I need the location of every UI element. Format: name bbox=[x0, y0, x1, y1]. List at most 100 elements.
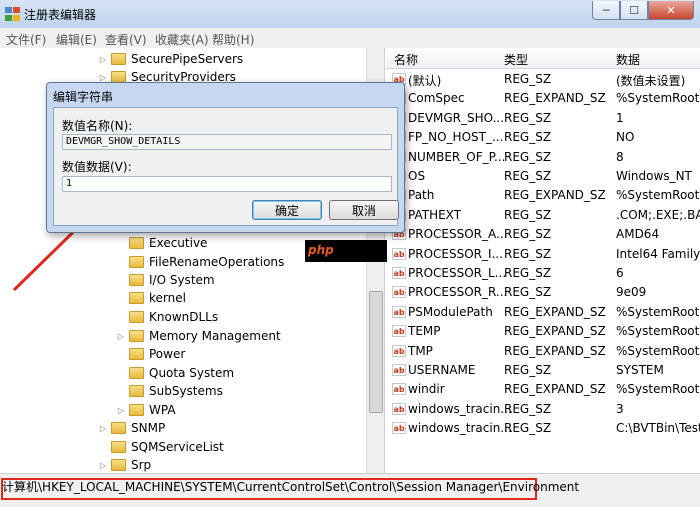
value-name: Path bbox=[408, 188, 435, 203]
value-row[interactable]: ab PROCESSOR_I... REG_SZ Intel64 Family bbox=[386, 245, 700, 264]
expand-arrow-icon[interactable]: ▷ bbox=[116, 332, 126, 341]
string-value-icon: ab bbox=[392, 267, 406, 279]
value-row[interactable]: abTMP REG_EXPAND_SZ %SystemRoot% bbox=[386, 342, 700, 361]
folder-icon bbox=[129, 367, 144, 379]
folder-icon bbox=[111, 459, 126, 471]
value-data-field[interactable]: 1 bbox=[62, 176, 392, 192]
expand-arrow-icon[interactable]: ▷ bbox=[98, 73, 108, 82]
tree-item[interactable]: ▷ WPA bbox=[116, 401, 176, 419]
tree-item[interactable]: Quota System bbox=[116, 364, 234, 382]
string-value-icon: ab bbox=[392, 383, 406, 396]
expand-arrow-icon[interactable]: ▷ bbox=[116, 406, 126, 415]
values-pane: 名称 类型 数据 ab (默认) REG_SZ (数值未设置) ab ComSpec REG… bbox=[386, 48, 700, 473]
value-type: REG_SZ bbox=[504, 363, 552, 377]
value-row[interactable]: abOSREG_SZWindows_NT bbox=[386, 167, 700, 186]
tree-item-label: Executive bbox=[149, 236, 208, 250]
tree-item[interactable]: FileRenameOperations bbox=[116, 253, 284, 271]
watermark-text: php bbox=[308, 243, 334, 257]
value-row[interactable]: abwindir REG_EXPAND_SZ %SystemRoot% bbox=[386, 380, 700, 399]
window-controls: ─ ☐ ✕ bbox=[592, 1, 694, 20]
status-path: 计算机\HKEY_LOCAL_MACHINE\SYSTEM\CurrentCon… bbox=[2, 480, 580, 494]
cancel-button[interactable]: 取消 bbox=[329, 200, 399, 220]
string-value-icon: ab bbox=[392, 344, 406, 357]
value-name: PSModulePath bbox=[408, 304, 493, 319]
column-header-data[interactable]: 数据 bbox=[616, 51, 640, 68]
value-data: %SystemRoot% bbox=[616, 91, 700, 106]
value-type: REG_SZ bbox=[504, 149, 552, 164]
value-row[interactable]: abNUMBER_OF_P...REG_SZ8 bbox=[386, 148, 700, 167]
value-data: 3 bbox=[616, 401, 624, 416]
menu-favorites[interactable]: 收藏夹(A) bbox=[155, 31, 209, 48]
value-data: .COM;.EXE;.BAT bbox=[616, 207, 700, 222]
value-type: REG_SZ bbox=[504, 421, 552, 436]
value-data: %SystemRoot% bbox=[616, 324, 700, 339]
value-name: TMP bbox=[408, 343, 433, 358]
value-name: windows_tracin... bbox=[408, 401, 512, 416]
value-row[interactable]: ab USERNAME REG_SZ SYSTEM bbox=[386, 361, 700, 380]
folder-icon bbox=[129, 292, 144, 304]
value-data: %SystemRoot% bbox=[616, 188, 700, 203]
value-type: REG_EXPAND_SZ bbox=[504, 324, 606, 339]
value-data: %SystemRoot% bbox=[616, 304, 700, 319]
menu-help[interactable]: 帮助(H) bbox=[212, 31, 254, 48]
tree-item[interactable]: ▷ Memory Management bbox=[116, 327, 281, 345]
tree-item[interactable]: Executive bbox=[116, 234, 207, 252]
value-name-field[interactable]: DEVMGR_SHOW_DETAILS bbox=[62, 134, 392, 150]
value-name-label: 数值名称(N): bbox=[62, 119, 133, 133]
value-name: PROCESSOR_I... bbox=[408, 246, 503, 261]
value-row[interactable]: ab windows_tracin... REG_SZ 3 bbox=[386, 400, 700, 419]
tree-item[interactable]: Power bbox=[116, 345, 185, 363]
value-row[interactable]: abTEMP REG_EXPAND_SZ %SystemRoot% bbox=[386, 322, 700, 341]
value-row[interactable]: ab windows_tracin... REG_SZ C:\BVTBin\Test bbox=[386, 419, 700, 438]
value-data: 6 bbox=[616, 266, 624, 280]
tree-item-label: kernel bbox=[149, 291, 186, 305]
value-name: PROCESSOR_L... bbox=[408, 266, 507, 280]
value-row[interactable]: ab PROCESSOR_L... REG_SZ 6 bbox=[386, 264, 700, 283]
close-button[interactable]: ✕ bbox=[648, 1, 694, 20]
tree-item-label: Quota System bbox=[149, 366, 235, 380]
value-row[interactable]: ab PROCESSOR_R... REG_SZ 9e09 bbox=[386, 283, 700, 302]
tree-item[interactable]: I/O System bbox=[116, 271, 215, 289]
folder-icon bbox=[129, 330, 144, 342]
tree-item[interactable]: KnownDLLs bbox=[116, 308, 218, 326]
value-data: C:\BVTBin\Test bbox=[616, 421, 700, 436]
edit-string-dialog: 编辑字符串 数值名称(N): DEVMGR_SHOW_DETAILS 数值数据(… bbox=[46, 82, 405, 233]
tree-item[interactable]: kernel bbox=[116, 289, 186, 307]
value-data: SYSTEM bbox=[616, 363, 664, 377]
string-value-icon: ab bbox=[392, 247, 406, 260]
expand-arrow-icon[interactable]: ▷ bbox=[98, 55, 108, 64]
value-row[interactable]: ab (默认) REG_SZ (数值未设置) bbox=[386, 70, 700, 89]
value-row[interactable]: abFP_NO_HOST_...REG_SZNO bbox=[386, 128, 700, 147]
maximize-button[interactable]: ☐ bbox=[620, 1, 648, 20]
value-row[interactable]: abDEVMGR_SHO...REG_SZ1 bbox=[386, 109, 700, 128]
tree-item[interactable]: ▷ Srp bbox=[98, 456, 151, 473]
value-type: REG_SZ bbox=[504, 285, 552, 300]
menu-file[interactable]: 文件(F) bbox=[6, 31, 46, 48]
column-header-name[interactable]: 名称 bbox=[394, 51, 418, 68]
tree-item-label: KnownDLLs bbox=[149, 310, 219, 324]
menu-edit[interactable]: 编辑(E) bbox=[56, 31, 97, 48]
folder-icon bbox=[111, 53, 126, 65]
value-row[interactable]: abPATHEXTREG_SZ.COM;.EXE;.BAT bbox=[386, 206, 700, 225]
value-name: DEVMGR_SHO... bbox=[408, 110, 505, 125]
status-bar: 计算机\HKEY_LOCAL_MACHINE\SYSTEM\CurrentCon… bbox=[0, 473, 700, 507]
menu-view[interactable]: 查看(V) bbox=[105, 31, 147, 48]
expand-arrow-icon[interactable]: ▷ bbox=[98, 461, 108, 470]
tree-item[interactable]: ▷ SNMP bbox=[98, 419, 165, 437]
tree-item[interactable]: SubSystems bbox=[116, 382, 223, 400]
tree-item-label: I/O System bbox=[149, 273, 215, 287]
tree-item[interactable]: ▷ SecurePipeServers bbox=[98, 50, 243, 68]
scrollbar-thumb[interactable] bbox=[369, 291, 383, 413]
value-name: ComSpec bbox=[408, 91, 465, 106]
tree-item-label: WPA bbox=[149, 403, 176, 417]
string-value-icon: ab bbox=[392, 286, 406, 299]
value-row[interactable]: abComSpecREG_EXPAND_SZ%SystemRoot% bbox=[386, 89, 700, 108]
expand-arrow-icon[interactable]: ▷ bbox=[98, 424, 108, 433]
ok-button[interactable]: 确定 bbox=[252, 200, 322, 220]
tree-item[interactable]: SQMServiceList bbox=[98, 438, 224, 456]
value-row[interactable]: abPSModulePath REG_EXPAND_SZ %SystemRoot% bbox=[386, 303, 700, 322]
minimize-button[interactable]: ─ bbox=[592, 1, 620, 20]
value-row[interactable]: abPathREG_EXPAND_SZ%SystemRoot% bbox=[386, 186, 700, 205]
column-header-type[interactable]: 类型 bbox=[504, 51, 528, 68]
value-row[interactable]: ab PROCESSOR_A... REG_SZ AMD64 bbox=[386, 225, 700, 244]
